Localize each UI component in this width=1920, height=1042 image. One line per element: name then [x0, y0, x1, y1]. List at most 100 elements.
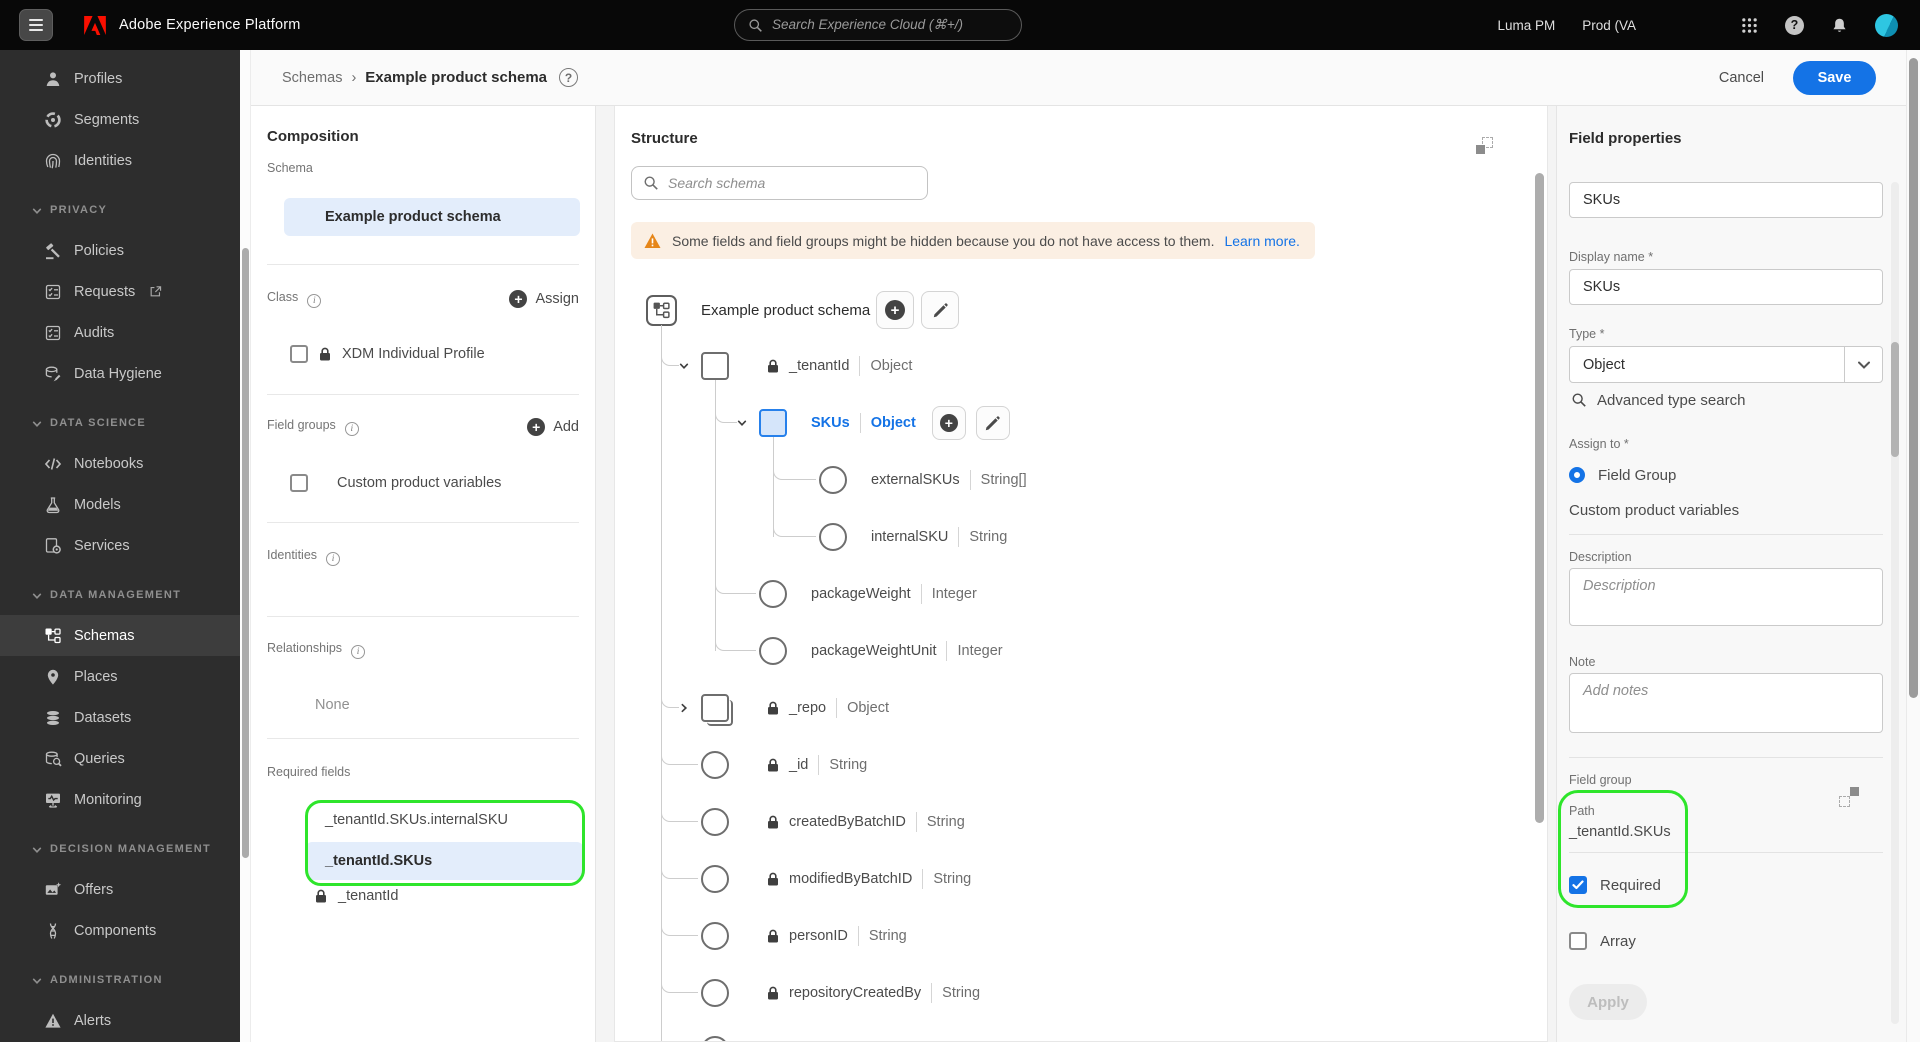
sidebar-item-monitoring[interactable]: Monitoring — [0, 779, 240, 820]
page-scrollbar[interactable] — [1906, 50, 1920, 1042]
sidebar-section-privacy[interactable]: PRIVACY — [0, 190, 240, 230]
type-select[interactable]: Object — [1569, 346, 1883, 383]
sidebar-item-offers[interactable]: Offers — [0, 869, 240, 910]
apps-grid-icon[interactable] — [1741, 17, 1758, 34]
advanced-type-search-link[interactable]: Advanced type search — [1571, 388, 1745, 412]
sidebar-item-schemas[interactable]: Schemas — [0, 615, 240, 656]
add-field-group-button[interactable]: + Add — [527, 418, 579, 436]
sidebar-item-alerts[interactable]: Alerts — [0, 1000, 240, 1041]
tree-node-packageWeightUnit[interactable]: packageWeightUnit Integer — [615, 631, 1535, 671]
field-node-icon[interactable] — [701, 979, 729, 1007]
info-icon[interactable]: i — [351, 645, 366, 659]
sidebar-item-places[interactable]: Places — [0, 656, 240, 697]
sidebar-section-decision-management[interactable]: DECISION MANAGEMENT — [0, 829, 240, 869]
chevron-down-icon[interactable] — [679, 361, 689, 371]
field-node-icon[interactable] — [819, 523, 847, 551]
schema-name-item[interactable]: Example product schema — [284, 198, 580, 236]
array-checkbox-row[interactable]: Array — [1569, 928, 1636, 954]
page-help-icon[interactable]: ? — [559, 68, 579, 87]
environment-name[interactable]: Prod (VA — [1582, 18, 1636, 33]
tree-node-SKUs[interactable]: SKUs Object + — [615, 403, 1535, 443]
tree-node-_id[interactable]: _id String — [615, 745, 1535, 785]
properties-scrollbar-thumb[interactable] — [1891, 342, 1899, 457]
tree-node-createdByBatchID[interactable]: createdByBatchID String — [615, 802, 1535, 842]
properties-scrollbar-track[interactable] — [1891, 182, 1899, 1024]
required-field-_tenantId.SKUs[interactable]: _tenantId.SKUs — [306, 842, 583, 880]
description-textarea[interactable] — [1569, 568, 1883, 626]
required-field-_tenantId.SKUs.internalSKU[interactable]: _tenantId.SKUs.internalSKU — [325, 802, 508, 838]
sidebar-item-queries[interactable]: Queries — [0, 738, 240, 779]
tree-node-packageWeight[interactable]: packageWeight Integer — [615, 574, 1535, 614]
field-node-icon[interactable] — [701, 751, 729, 779]
global-search-input[interactable]: Search Experience Cloud (⌘+/) — [734, 9, 1022, 41]
tree-node-personID[interactable]: personID String — [615, 916, 1535, 956]
sidebar-section-administration[interactable]: ADMINISTRATION — [0, 960, 240, 1000]
chevron-right-icon[interactable] — [679, 703, 689, 713]
user-avatar[interactable] — [1875, 13, 1898, 37]
tree-node-repositoryCreatedBy[interactable]: repositoryCreatedBy String — [615, 973, 1535, 1013]
chevron-down-icon[interactable] — [737, 418, 747, 428]
sidebar-item-data-hygiene[interactable]: Data Hygiene — [0, 353, 240, 394]
field-node-icon[interactable] — [701, 922, 729, 950]
required-checkbox[interactable] — [1569, 876, 1587, 894]
sidebar-section-data-science[interactable]: DATA SCIENCE — [0, 403, 240, 443]
field-node-icon[interactable] — [701, 865, 729, 893]
sidebar-item-services[interactable]: Services — [0, 525, 240, 566]
edit-schema-button[interactable] — [921, 291, 959, 329]
breadcrumb-schemas-link[interactable]: Schemas — [282, 70, 342, 86]
assign-to-field-group-radio-row[interactable]: Field Group — [1569, 462, 1676, 488]
tree-node-_tenantId[interactable]: _tenantId Object — [615, 346, 1535, 386]
sidebar-item-segments[interactable]: Segments — [0, 99, 240, 140]
notifications-bell-icon[interactable] — [1831, 17, 1848, 34]
cancel-button[interactable]: Cancel — [1719, 70, 1764, 86]
sidebar-item-profiles[interactable]: Profiles — [0, 58, 240, 99]
org-name[interactable]: Luma PM — [1497, 18, 1555, 33]
radio-selected-icon[interactable] — [1569, 467, 1585, 483]
structure-scrollbar[interactable] — [1535, 173, 1544, 823]
field-node-icon[interactable] — [759, 580, 787, 608]
save-button[interactable]: Save — [1793, 60, 1876, 95]
class-item-row[interactable]: XDM Individual Profile — [290, 338, 485, 370]
sidebar-item-models[interactable]: Models — [0, 484, 240, 525]
edit-field-button[interactable] — [975, 406, 1010, 440]
tree-node-_repo[interactable]: _repo Object — [615, 688, 1535, 728]
help-icon[interactable]: ? — [1785, 15, 1804, 35]
field-group-item-row[interactable]: Custom product variables — [290, 467, 501, 499]
sidebar-item-components[interactable]: Components — [0, 910, 240, 951]
field-node-icon[interactable] — [759, 637, 787, 665]
tree-row-root[interactable]: Example product schema + — [615, 290, 1535, 330]
object-node-icon[interactable] — [701, 694, 733, 726]
tree-row-partial[interactable] — [615, 1030, 1535, 1041]
sidebar-item-identities[interactable]: Identities — [0, 140, 240, 181]
field-node-icon[interactable] — [701, 1036, 729, 1041]
field-group-checkbox[interactable] — [290, 474, 308, 492]
tree-node-internalSKU[interactable]: internalSKU String — [615, 517, 1535, 557]
sidebar-item-notebooks[interactable]: Notebooks — [0, 443, 240, 484]
note-textarea[interactable] — [1569, 673, 1883, 733]
field-node-icon[interactable] — [701, 808, 729, 836]
apply-button[interactable]: Apply — [1569, 984, 1647, 1020]
sidebar-item-datasets[interactable]: Datasets — [0, 697, 240, 738]
tree-node-externalSKUs[interactable]: externalSKUs String[] — [615, 460, 1535, 500]
sidebar-scrollbar[interactable] — [240, 50, 251, 1042]
add-field-button[interactable]: + — [876, 291, 914, 329]
info-icon[interactable]: i — [307, 294, 322, 308]
class-checkbox[interactable] — [290, 345, 308, 363]
required-checkbox-row[interactable]: Required — [1569, 872, 1661, 898]
hamburger-menu-icon[interactable] — [19, 9, 53, 41]
info-icon[interactable]: i — [344, 422, 359, 436]
tree-node-modifiedByBatchID[interactable]: modifiedByBatchID String — [615, 859, 1535, 899]
sidebar-item-policies[interactable]: Policies — [0, 230, 240, 271]
display-name-input[interactable] — [1569, 269, 1883, 305]
assign-class-button[interactable]: + Assign — [509, 290, 579, 308]
object-node-icon[interactable] — [759, 409, 787, 437]
sidebar-item-requests[interactable]: Requests — [0, 271, 240, 312]
sidebar-section-data-management[interactable]: DATA MANAGEMENT — [0, 575, 240, 615]
field-node-icon[interactable] — [819, 466, 847, 494]
array-checkbox[interactable] — [1569, 932, 1587, 950]
add-child-field-button[interactable]: + — [931, 406, 966, 440]
required-field-_tenantId[interactable]: _tenantId — [315, 878, 398, 914]
field-name-input[interactable] — [1569, 182, 1883, 218]
sidebar-item-audits[interactable]: Audits — [0, 312, 240, 353]
object-node-icon[interactable] — [701, 352, 729, 380]
